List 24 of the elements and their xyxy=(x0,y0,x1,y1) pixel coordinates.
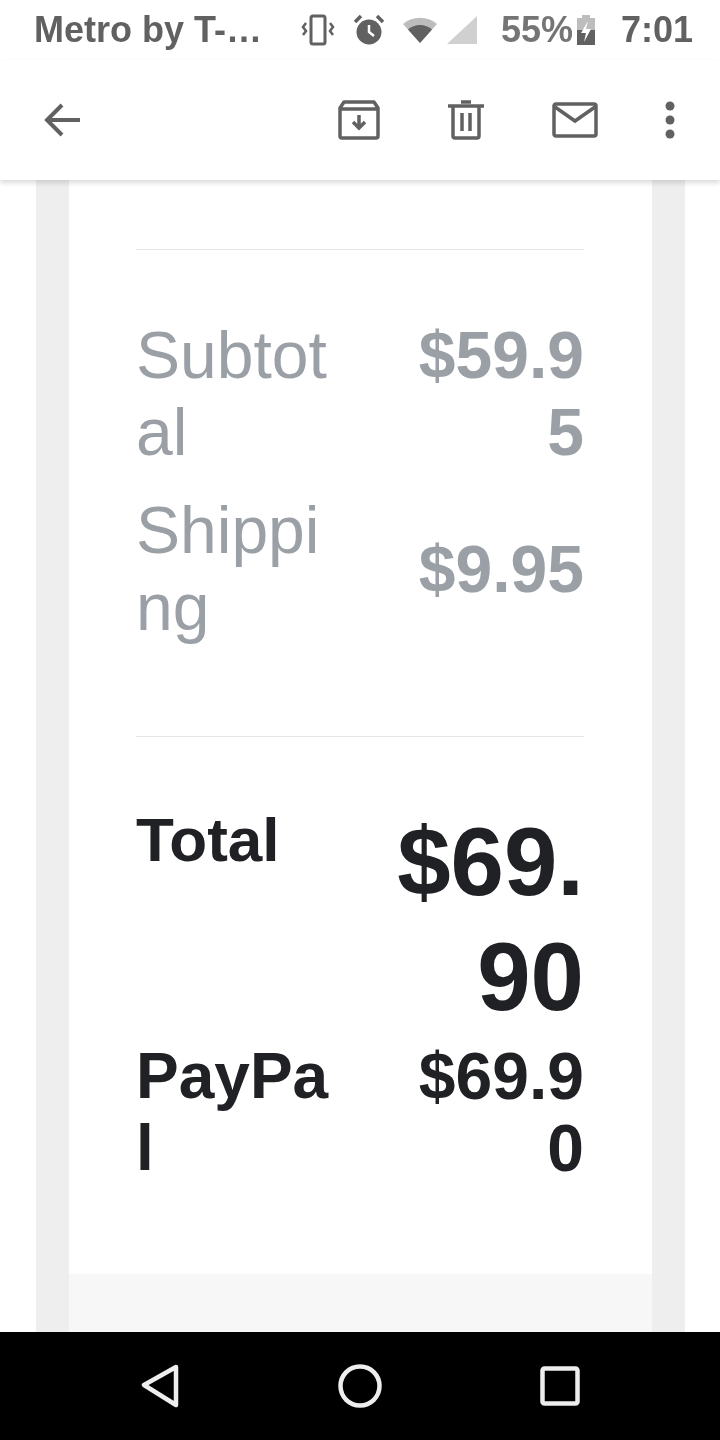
line-item-label: Shipping xyxy=(136,492,321,646)
battery-charging-icon xyxy=(576,15,595,45)
payment-amount: $69.90 xyxy=(417,1040,584,1184)
battery-percentage: 55% xyxy=(500,12,573,48)
triangle-back-icon xyxy=(141,1364,179,1408)
payment-method-label: PayPal xyxy=(136,1040,330,1184)
archive-box-icon xyxy=(338,100,380,140)
total-amount: $69.90 xyxy=(396,807,584,1032)
back-arrow-icon xyxy=(44,103,80,137)
more-vertical-icon xyxy=(665,101,675,139)
wifi-icon xyxy=(402,17,437,43)
vibrate-icon xyxy=(300,14,335,46)
line-item-label: Subtotal xyxy=(136,317,328,471)
total-label: Total xyxy=(136,804,280,876)
alarm-clock-icon xyxy=(352,14,385,46)
envelope-icon xyxy=(552,102,598,138)
clock-time: 7:01 xyxy=(620,12,693,48)
line-item-amount: $59.95 xyxy=(417,317,584,471)
line-item-amount: $9.95 xyxy=(418,530,584,608)
trash-can-icon xyxy=(447,100,485,140)
square-recents-icon xyxy=(540,1366,580,1406)
signal-icon xyxy=(446,16,477,44)
circle-home-icon xyxy=(338,1364,382,1408)
carrier-name: Metro by T-… xyxy=(34,12,262,48)
